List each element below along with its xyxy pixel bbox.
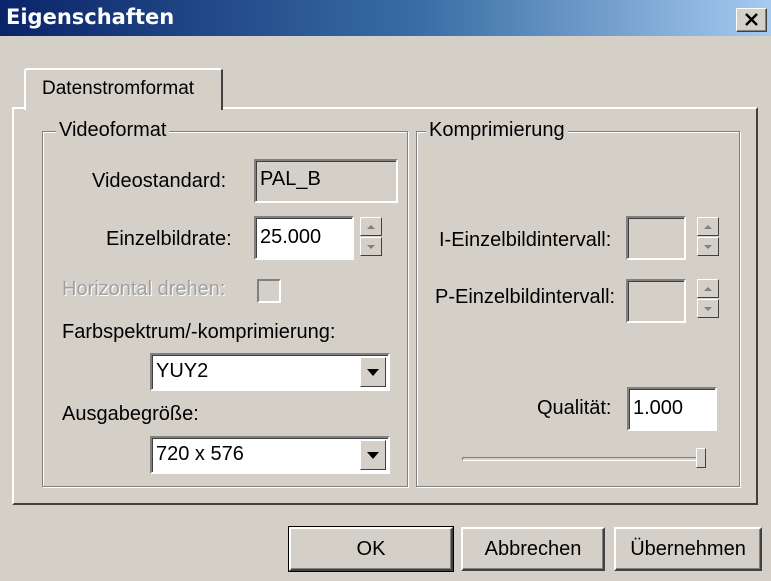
framerate-spin-down[interactable] (360, 237, 382, 256)
iframe-input[interactable] (626, 216, 686, 260)
colorspace-select[interactable]: YUY2 (150, 353, 390, 391)
pframe-input[interactable] (626, 279, 686, 323)
arrow-down-icon (704, 244, 712, 249)
colorspace-value: YUY2 (156, 360, 209, 382)
videostandard-field: PAL_B (254, 159, 398, 203)
close-button[interactable] (736, 8, 767, 32)
outputsize-value: 720 x 576 (156, 443, 244, 465)
pframe-spin-down[interactable] (697, 299, 719, 318)
arrow-down-icon (704, 306, 712, 311)
pframe-spin-up[interactable] (697, 279, 719, 298)
quality-label: Qualität: (537, 397, 612, 419)
chevron-down-icon (367, 368, 379, 376)
colorspace-label: Farbspektrum/-komprimierung: (62, 321, 336, 343)
quality-input[interactable]: 1.000 (627, 387, 717, 431)
pframe-label: P-Einzelbildintervall: (435, 286, 616, 308)
compression-group (416, 131, 740, 487)
cancel-button[interactable]: Abbrechen (461, 527, 605, 571)
colorspace-dropdown-button[interactable] (360, 357, 386, 387)
framerate-input[interactable]: 25.000 (254, 216, 354, 260)
outputsize-select[interactable]: 720 x 576 (150, 436, 390, 474)
flip-label: Horizontal drehen: (62, 278, 226, 300)
compression-group-title: Komprimierung (426, 119, 568, 142)
ok-button[interactable]: OK (288, 526, 454, 572)
iframe-label: I-Einzelbildintervall: (439, 229, 612, 251)
videostandard-value: PAL_B (260, 168, 321, 190)
framerate-value: 25.000 (260, 226, 322, 248)
videostandard-label: Videostandard: (92, 170, 227, 192)
arrow-up-icon (367, 224, 375, 229)
flip-checkbox[interactable] (257, 279, 281, 303)
apply-button[interactable]: Übernehmen (614, 527, 762, 571)
tab-datenstromformat[interactable]: Datenstromformat (24, 68, 223, 110)
videoformat-group-title: Videoformat (56, 119, 170, 142)
quality-value: 1.000 (633, 397, 684, 419)
close-x-icon (745, 13, 758, 26)
arrow-down-icon (367, 244, 375, 249)
framerate-label: Einzelbildrate: (106, 228, 232, 250)
outputsize-label: Ausgabegröße: (62, 403, 199, 425)
arrow-up-icon (704, 224, 712, 229)
outputsize-dropdown-button[interactable] (360, 440, 386, 470)
iframe-spin-up[interactable] (697, 217, 719, 236)
iframe-spin-down[interactable] (697, 237, 719, 256)
window-title: Eigenschaften (6, 5, 175, 29)
tab-label: Datenstromformat (42, 78, 195, 99)
quality-slider-track[interactable] (462, 457, 706, 461)
arrow-up-icon (704, 286, 712, 291)
chevron-down-icon (367, 451, 379, 459)
quality-slider-thumb[interactable] (696, 448, 706, 468)
framerate-spin-up[interactable] (360, 217, 382, 236)
title-bar[interactable]: Eigenschaften (0, 0, 771, 36)
